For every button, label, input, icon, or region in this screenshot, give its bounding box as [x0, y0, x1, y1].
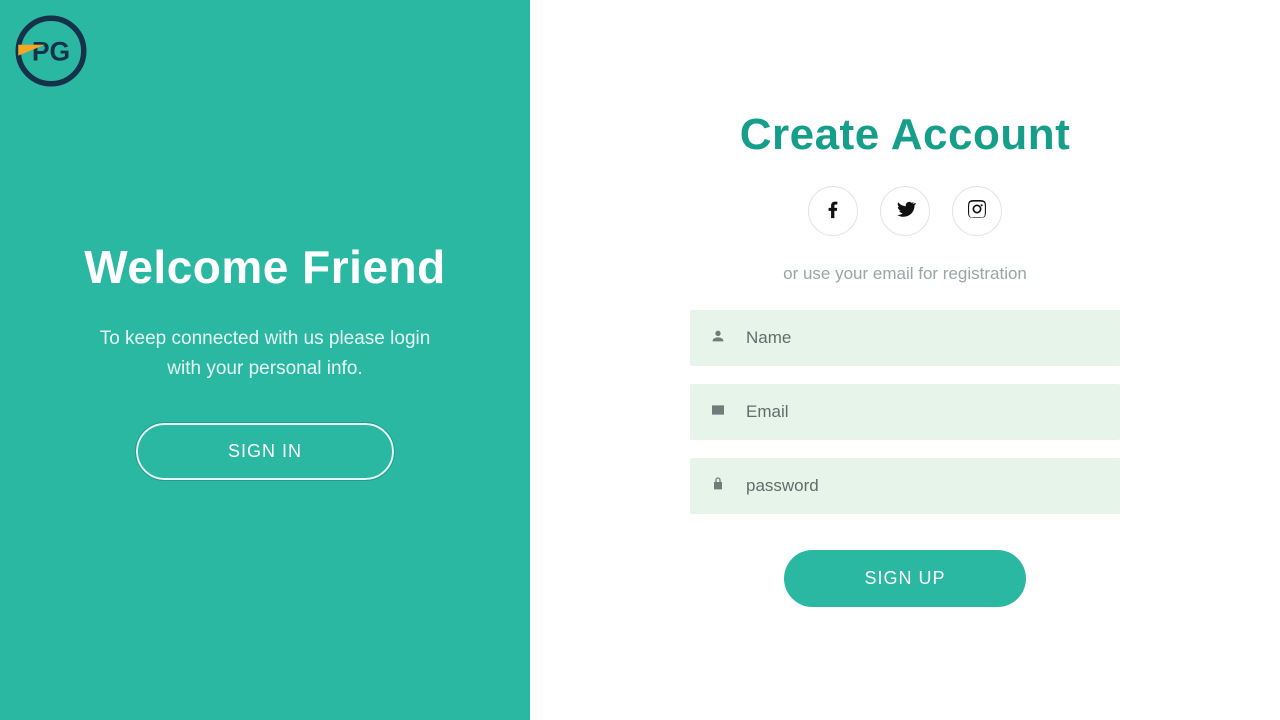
envelope-icon [710, 402, 728, 423]
sign-up-button[interactable]: SIGN UP [784, 550, 1025, 607]
password-input[interactable] [746, 476, 1100, 496]
welcome-panel: PG Welcome Friend To keep connected with… [0, 0, 530, 720]
name-field-wrap [690, 310, 1120, 366]
svg-text:PG: PG [32, 36, 70, 66]
facebook-button[interactable] [808, 186, 858, 236]
name-input[interactable] [746, 328, 1100, 348]
sign-in-button[interactable]: SIGN IN [136, 423, 394, 480]
logo: PG [12, 12, 90, 90]
twitter-icon [894, 198, 916, 225]
social-row [808, 186, 1002, 236]
signup-panel: Create Account or use your email for reg… [530, 0, 1280, 720]
signup-title: Create Account [740, 110, 1071, 160]
twitter-button[interactable] [880, 186, 930, 236]
user-icon [710, 328, 728, 349]
instagram-button[interactable] [952, 186, 1002, 236]
email-input[interactable] [746, 402, 1100, 422]
instagram-icon [966, 198, 988, 225]
welcome-title: Welcome Friend [84, 240, 445, 294]
email-field-wrap [690, 384, 1120, 440]
lock-icon [710, 476, 728, 497]
signup-hint: or use your email for registration [783, 264, 1027, 284]
welcome-subtitle: To keep connected with us please login w… [85, 324, 445, 383]
facebook-icon [822, 198, 844, 225]
password-field-wrap [690, 458, 1120, 514]
